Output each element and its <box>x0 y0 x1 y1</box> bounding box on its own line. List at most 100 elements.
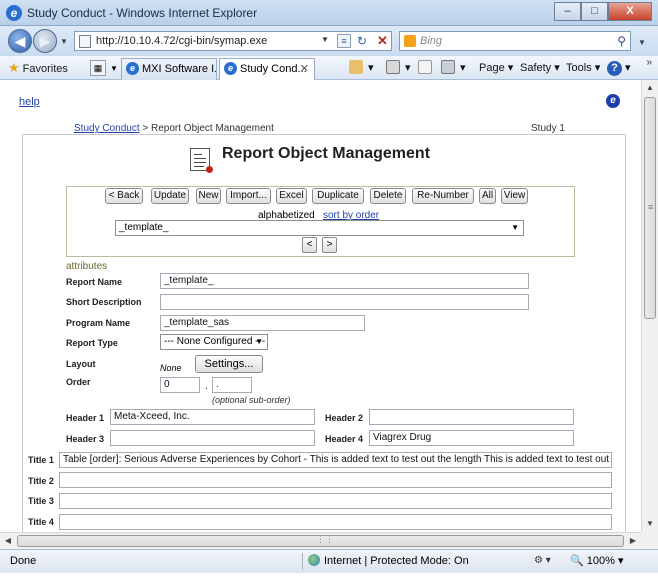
breadcrumb-current: > Report Object Management <box>139 123 274 134</box>
search-icon[interactable]: ⚲ <box>617 34 626 48</box>
grip-icon: ≡ <box>648 202 654 212</box>
scroll-left-icon[interactable]: ◀ <box>0 533 16 549</box>
report-object-select[interactable]: _template_ ▼ <box>115 220 524 236</box>
report-type-label: Report Type <box>66 338 118 348</box>
horizontal-scrollbar[interactable]: ◀ ⋮⋮ ▶ <box>0 532 641 549</box>
tab-list-dropdown-icon[interactable]: ▼ <box>110 64 118 73</box>
tab-mxi-software[interactable]: e MXI Software I... <box>121 58 217 80</box>
duplicate-button[interactable]: Duplicate <box>312 188 364 204</box>
help-icon: ? <box>607 61 622 76</box>
report-name-label: Report Name <box>66 277 123 287</box>
ie-tab-icon: e <box>224 62 237 75</box>
window-titlebar: e Study Conduct - Windows Internet Explo… <box>0 0 658 26</box>
help-link[interactable]: help <box>19 96 40 108</box>
new-button[interactable]: New <box>196 188 221 204</box>
home-icon <box>349 60 363 74</box>
header4-label: Header 4 <box>325 434 364 444</box>
scroll-up-icon[interactable]: ▲ <box>642 80 658 96</box>
page-title: Report Object Management <box>222 145 431 162</box>
mail-icon <box>418 60 432 74</box>
window-title: Study Conduct - Windows Internet Explore… <box>27 6 258 20</box>
address-dropdown-icon[interactable]: ▼ <box>321 35 329 44</box>
report-name-field[interactable]: _template_ <box>160 273 529 289</box>
scroll-right-icon[interactable]: ▶ <box>625 533 641 549</box>
ie-tab-icon: e <box>126 62 139 75</box>
back-button[interactable]: < Back <box>105 188 143 204</box>
forward-icon[interactable]: ▶ <box>33 29 57 53</box>
scroll-corner <box>641 532 658 549</box>
history-dropdown-icon[interactable]: ▼ <box>60 37 68 46</box>
header2-field[interactable] <box>369 409 574 425</box>
short-description-field[interactable] <box>160 294 529 310</box>
renumber-button[interactable]: Re-Number <box>412 188 474 204</box>
addons-icon[interactable]: ⚙ ▾ <box>534 550 551 572</box>
title3-field[interactable] <box>59 493 612 509</box>
address-url[interactable]: http://10.10.4.72/cgi-bin/symap.exe <box>96 35 267 47</box>
attributes-section-label: attributes <box>66 261 108 272</box>
settings-button[interactable]: Settings... <box>195 355 263 373</box>
close-tab-icon[interactable]: ✕ <box>300 59 309 79</box>
security-zone[interactable]: Internet | Protected Mode: On <box>308 550 469 572</box>
zoom-control[interactable]: 🔍 100% ▾ <box>570 550 623 572</box>
grip-icon: ⋮⋮ <box>316 534 334 544</box>
mail-button[interactable] <box>418 60 434 76</box>
previous-button[interactable]: < <box>302 237 317 253</box>
short-description-label: Short Description <box>66 297 142 307</box>
order-separator: . <box>205 381 208 392</box>
compatibility-view-icon[interactable]: ≡ <box>337 34 351 48</box>
search-field[interactable]: Bing ⚲ <box>399 31 631 51</box>
horizontal-scroll-thumb[interactable]: ⋮⋮ <box>17 534 624 547</box>
back-icon[interactable]: ◀ <box>8 29 32 53</box>
safety-menu[interactable]: Safety ▾ <box>520 60 560 76</box>
import-button[interactable]: Import... <box>226 188 271 204</box>
feeds-button[interactable]: ▾ <box>386 60 411 76</box>
help-menu[interactable]: ? ▾ <box>607 60 631 76</box>
minimize-button[interactable]: – <box>554 2 581 21</box>
quick-tabs-icon[interactable]: ▦ <box>90 60 106 76</box>
header2-label: Header 2 <box>325 413 364 423</box>
vertical-scroll-thumb[interactable]: ≡ <box>644 97 656 319</box>
scroll-down-icon[interactable]: ▼ <box>642 516 658 532</box>
report-type-select[interactable]: --- None Configured --- ▼ <box>160 334 268 350</box>
status-divider <box>302 553 303 570</box>
header3-field[interactable] <box>110 430 315 446</box>
tools-menu[interactable]: Tools ▾ <box>566 60 600 76</box>
view-button[interactable]: View <box>501 188 528 204</box>
favorites-button[interactable]: ★ Favorites <box>8 59 68 77</box>
maximize-button[interactable]: □ <box>581 2 608 21</box>
order-field[interactable]: 0 <box>160 377 200 393</box>
print-button[interactable]: ▾ <box>441 60 466 76</box>
window-bottom-frame <box>0 573 658 582</box>
favorites-label: Favorites <box>22 63 68 75</box>
header4-field[interactable]: Viagrex Drug <box>369 430 574 446</box>
close-button[interactable]: X <box>608 2 652 21</box>
search-options-icon[interactable]: ▼ <box>638 38 646 47</box>
tab-label: MXI Software I... <box>142 63 217 75</box>
program-name-label: Program Name <box>66 318 131 328</box>
title1-field[interactable]: Table [order]: Serious Adverse Experienc… <box>59 452 612 468</box>
sub-order-field[interactable]: . <box>212 377 252 393</box>
all-button[interactable]: All <box>479 188 496 204</box>
header1-field[interactable]: Meta-Xceed, Inc. <box>110 409 315 425</box>
chevron-down-icon: ▼ <box>255 337 263 346</box>
more-commands-icon[interactable]: » <box>646 57 652 68</box>
stop-icon[interactable]: ✕ <box>377 33 388 49</box>
vertical-scrollbar[interactable]: ▲ ≡ ▼ <box>641 80 658 532</box>
home-button[interactable]: ▾ <box>349 60 374 76</box>
title2-field[interactable] <box>59 472 612 488</box>
program-name-field[interactable]: _template_sas <box>160 315 365 331</box>
tab-study-conduct[interactable]: e Study Cond... ✕ <box>219 58 315 80</box>
breadcrumb-study-conduct-link[interactable]: Study Conduct <box>74 123 140 134</box>
ie-logo-icon: e <box>6 5 22 21</box>
address-field[interactable]: http://10.10.4.72/cgi-bin/symap.exe ▼ ≡ … <box>74 31 392 51</box>
next-button[interactable]: > <box>322 237 337 253</box>
refresh-icon[interactable]: ↻ <box>357 34 367 48</box>
search-placeholder[interactable]: Bing <box>420 35 442 47</box>
order-label: Order <box>66 377 91 387</box>
excel-button[interactable]: Excel <box>276 188 307 204</box>
title4-field[interactable] <box>59 514 612 530</box>
info-e-icon[interactable]: e <box>606 94 620 108</box>
delete-button[interactable]: Delete <box>370 188 406 204</box>
page-menu[interactable]: Page ▾ <box>479 60 513 76</box>
update-button[interactable]: Update <box>151 188 189 204</box>
